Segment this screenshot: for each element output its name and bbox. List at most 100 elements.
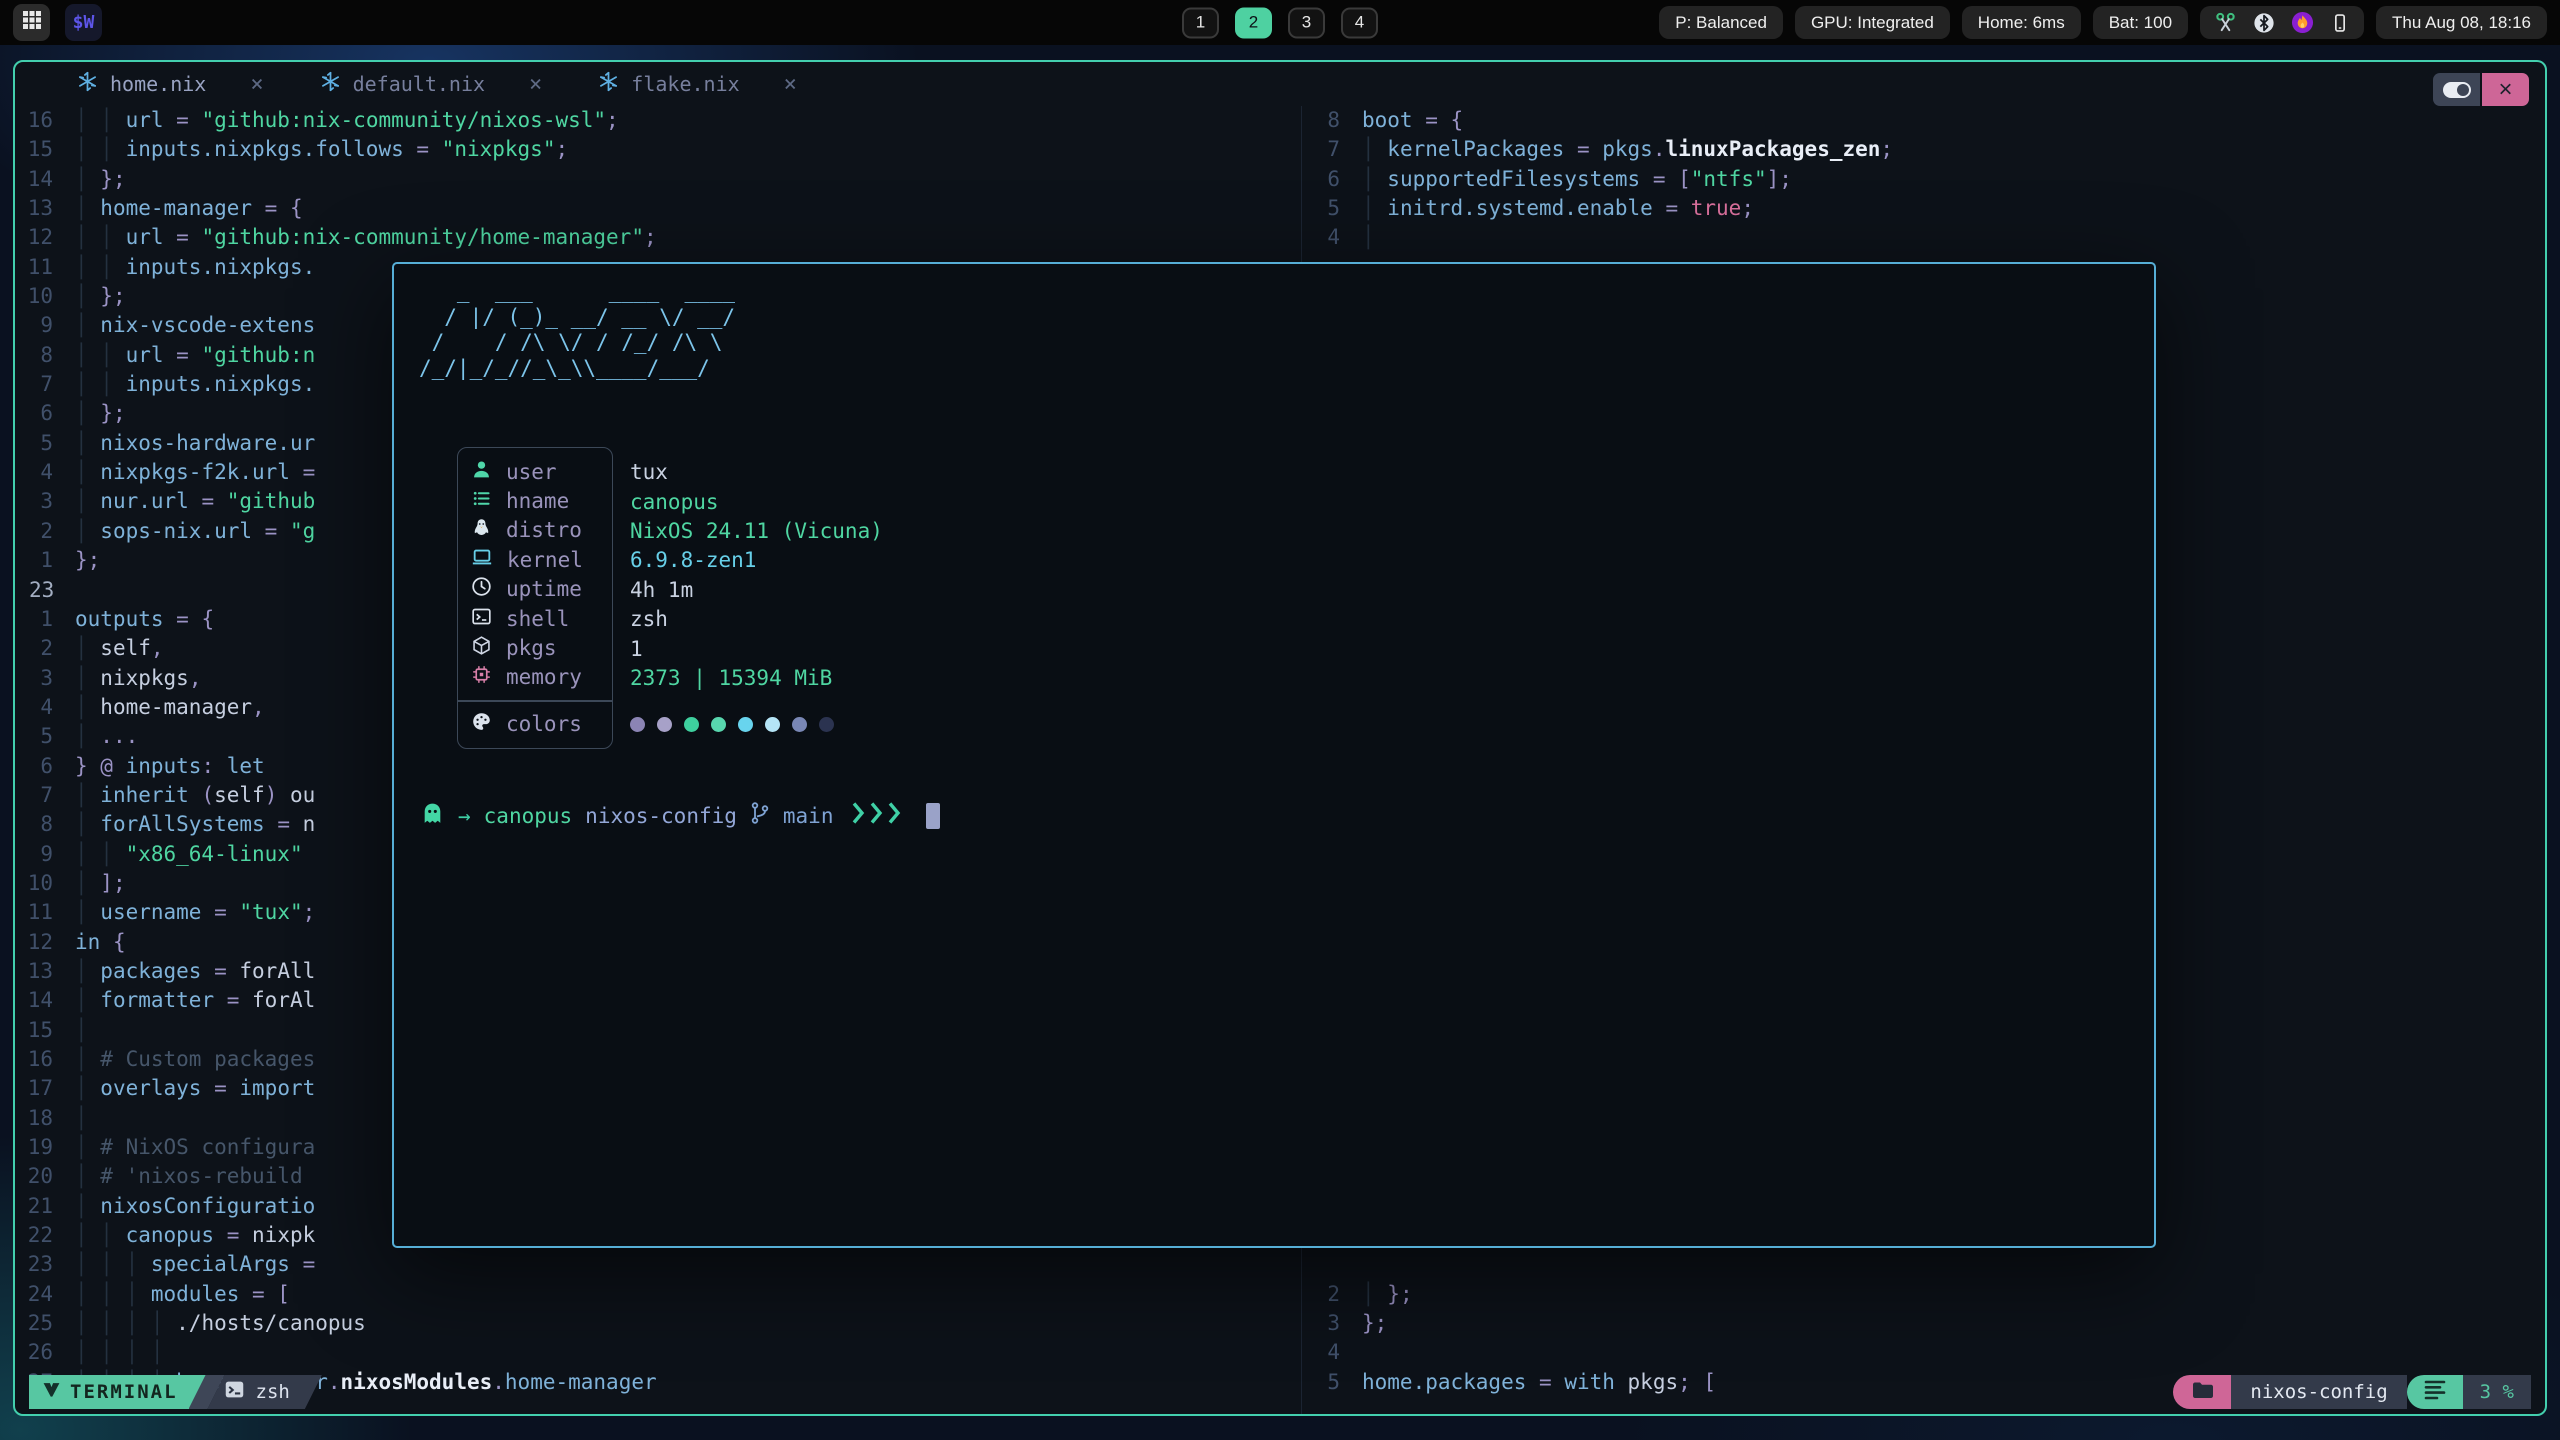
user-icon: [471, 459, 492, 485]
statusline-left: TERMINAL zsh: [29, 1375, 322, 1409]
prompt-host: canopus: [484, 804, 573, 828]
tab-close-icon[interactable]: ×: [784, 72, 797, 97]
code-line: 2│ };: [1302, 1280, 2545, 1309]
fetch-label-row: distro: [458, 516, 612, 545]
topbar-right-modules: P: BalancedGPU: IntegratedHome: 6msBat: …: [1659, 6, 2547, 39]
workspace-button-4[interactable]: 4: [1341, 7, 1378, 38]
fetch-value-user: tux: [630, 458, 883, 487]
app-grid-button[interactable]: [13, 4, 50, 41]
color-dot: [792, 717, 807, 732]
directory-segment: nixos-config: [2231, 1375, 2406, 1409]
shell-segment: zsh: [208, 1375, 322, 1409]
shell-label: zsh: [256, 1381, 290, 1403]
clock-label: Thu Aug 08, 18:16: [2392, 13, 2531, 33]
color-dot: [738, 717, 753, 732]
list-segment: [2407, 1375, 2463, 1409]
code-line: 13│ home-manager = {: [15, 194, 1301, 223]
mode-label: TERMINAL: [70, 1381, 178, 1403]
fetch-label-row: pkgs: [458, 633, 612, 662]
code-line: 12│ │ url = "github:nix-community/home-m…: [15, 223, 1301, 252]
distro-icon: [471, 517, 492, 543]
nix-snowflake-icon: [77, 71, 98, 97]
tab-default.nix[interactable]: default.nix ×: [320, 71, 543, 97]
vim-logo-icon: [42, 1380, 61, 1404]
code-line: 26│ │ │ │: [15, 1338, 1301, 1367]
workspace-switcher: 1234: [1182, 7, 1378, 38]
tab-label: home.nix: [110, 72, 206, 96]
lines-icon: [2423, 1379, 2447, 1406]
prompt-branch: main: [783, 804, 834, 828]
color-dot: [684, 717, 699, 732]
tab-close-icon[interactable]: ×: [529, 72, 542, 97]
workspace-button-2[interactable]: 2: [1235, 7, 1272, 38]
pkgs-icon: [471, 635, 492, 661]
ghost-icon: [420, 801, 445, 831]
terminal-color-palette: [630, 710, 883, 739]
code-line: 15│ │ inputs.nixpkgs.follows = "nixpkgs"…: [15, 135, 1301, 164]
fetch-labels-box: userhnamedistrokerneluptimeshellpkgsmemo…: [457, 447, 613, 749]
nix-snowflake-icon: [598, 71, 619, 97]
fetch-label-row: hname: [458, 486, 612, 515]
fetch-label-row: uptime: [458, 575, 612, 604]
fetch-label-row: colors: [458, 710, 612, 739]
color-dot: [630, 717, 645, 732]
status-pill: Bat: 100: [2093, 6, 2188, 39]
workspace-button-3[interactable]: 3: [1288, 7, 1325, 38]
git-branch-icon: [750, 801, 770, 830]
fetch-value-pkgs: 1: [630, 634, 883, 663]
directory-label: nixos-config: [2250, 1381, 2387, 1403]
status-pill: P: Balanced: [1659, 6, 1783, 39]
tab-home.nix[interactable]: home.nix ×: [77, 71, 264, 97]
code-line: 4│: [1302, 223, 2545, 252]
statusline-right: nixos-config 3 %: [2173, 1375, 2531, 1409]
code-line: 5│ initrd.systemd.enable = true;: [1302, 194, 2545, 223]
scroll-percent-label: 3 %: [2480, 1381, 2514, 1403]
bluetooth-icon[interactable]: [2253, 12, 2275, 34]
code-line: 6│ supportedFilesystems = ["ntfs"];: [1302, 165, 2545, 194]
tab-flake.nix[interactable]: flake.nix×: [598, 71, 797, 97]
tab-label: default.nix: [353, 72, 485, 96]
fetch-value-memory: 2373 | 15394 MiB: [630, 663, 883, 692]
scissors-icon[interactable]: [2214, 11, 2237, 34]
code-line: 8boot = {: [1302, 106, 2545, 135]
uptime-icon: [471, 576, 492, 602]
flame-icon[interactable]: [2291, 11, 2314, 34]
workspace-button-1[interactable]: 1: [1182, 7, 1219, 38]
launcher-logo-button[interactable]: $W: [65, 4, 102, 41]
hname-icon: [471, 488, 492, 514]
fetch-label-row: user: [458, 457, 612, 486]
window-controls: ×: [2433, 73, 2529, 106]
grid-icon: [22, 10, 42, 35]
terminal-icon: [224, 1379, 245, 1405]
code-line: [1302, 1250, 2545, 1279]
nix-snowflake-icon: [320, 71, 341, 97]
tab-close-icon[interactable]: ×: [250, 72, 263, 97]
color-dot: [819, 717, 834, 732]
floating-terminal[interactable]: _ ___ ____ ____ / |/ (_)_ __/ __ \/ __/ …: [392, 262, 2156, 1248]
toggle-icon: [2443, 82, 2471, 98]
fetch-values-column: tuxcanopusNixOS 24.11 (Vicuna)6.9.8-zen1…: [630, 447, 883, 749]
code-line: 24│ │ │ modules = [: [15, 1280, 1301, 1309]
memory-icon: [471, 664, 492, 690]
prompt-chevrons-icon: [850, 800, 906, 831]
fetch-label-row: shell: [458, 604, 612, 633]
code-line: 3};: [1302, 1309, 2545, 1338]
fetch-value-kernel: 6.9.8-zen1: [630, 546, 883, 575]
phone-icon[interactable]: [2330, 12, 2350, 34]
shell-icon: [471, 606, 492, 632]
clock-pill: Thu Aug 08, 18:16: [2376, 6, 2547, 39]
fetch-label-row: memory: [458, 663, 612, 692]
code-line: 16│ │ url = "github:nix-community/nixos-…: [15, 106, 1301, 135]
shell-prompt: → canopus nixos-config main: [420, 800, 940, 831]
color-dot: [711, 717, 726, 732]
editor-tab-bar: home.nix×default.nix×flake.nix×: [15, 62, 2545, 106]
prompt-directory: nixos-config: [585, 804, 737, 828]
toggle-button[interactable]: [2433, 73, 2480, 106]
nixos-ascii-logo: _ ___ ____ ____ / |/ (_)_ __/ __ \/ __/ …: [419, 279, 735, 381]
terminal-cursor: [926, 803, 940, 829]
status-pill: GPU: Integrated: [1795, 6, 1950, 39]
fetch-value-hname: canopus: [630, 487, 883, 516]
window-close-button[interactable]: ×: [2482, 73, 2529, 106]
fetch-label-row: kernel: [458, 545, 612, 574]
fetch-divider: [458, 700, 612, 702]
